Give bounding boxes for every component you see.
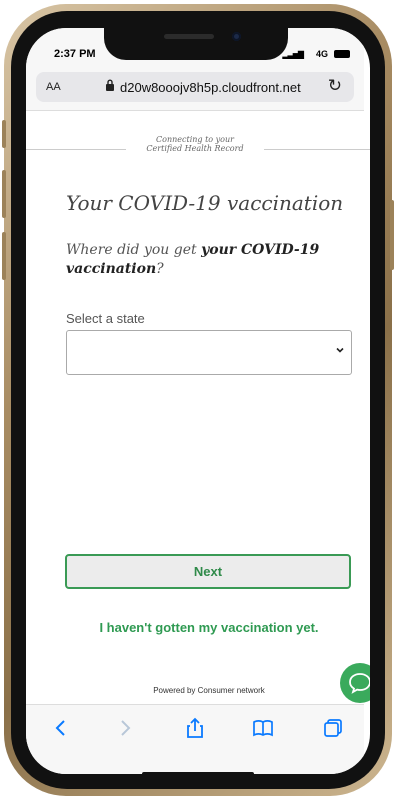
signal-icon: ▂▃▅▇ (282, 50, 304, 59)
volume-up-button (2, 170, 6, 218)
connecting-line1: Connecting to your (156, 135, 234, 144)
battery-icon (334, 50, 350, 58)
not-vaccinated-link[interactable]: I haven't gotten my vaccination yet. (26, 620, 370, 635)
question-suffix: ? (156, 261, 164, 277)
chat-button[interactable] (340, 663, 370, 703)
browser-address-area: AA d20w8ooojv8h5p.cloudfront.net ↻ (26, 66, 364, 111)
phone-screen: 2:37 PM ▂▃▅▇ 4G AA d20w8ooojv8h5p.cloudf… (26, 28, 370, 774)
volume-down-button (2, 232, 6, 280)
header-divider-right (264, 149, 370, 150)
chevron-right-icon[interactable] (114, 717, 136, 739)
chat-bubble-icon (349, 673, 370, 694)
share-icon[interactable] (184, 717, 206, 739)
chevron-down-icon (336, 347, 344, 353)
question-prefix: Where did you get (66, 242, 202, 258)
text-size-button[interactable]: AA (46, 81, 61, 93)
state-label: Select a state (66, 311, 145, 326)
powered-by-text: Powered by Consumer network (153, 686, 265, 695)
status-time: 2:37 PM (54, 48, 96, 60)
lock-icon (106, 79, 114, 91)
reload-icon[interactable]: ↻ (328, 76, 342, 96)
speaker (164, 34, 214, 39)
camera (232, 32, 241, 41)
notch (104, 28, 288, 60)
header-divider-left (26, 149, 126, 150)
tabs-icon[interactable] (322, 717, 344, 739)
side-button (2, 120, 6, 148)
chevron-left-icon[interactable] (50, 717, 72, 739)
page-title: Your COVID-19 vaccination (66, 191, 344, 215)
network-type: 4G (315, 49, 328, 59)
state-select[interactable] (66, 330, 352, 375)
connecting-header: Connecting to your Certified Health Reco… (26, 135, 364, 153)
next-button[interactable]: Next (65, 554, 351, 589)
question-text: Where did you get your COVID-19 vaccinat… (66, 241, 336, 279)
address-bar[interactable]: AA d20w8ooojv8h5p.cloudfront.net ↻ (36, 72, 354, 102)
url-text[interactable]: d20w8ooojv8h5p.cloudfront.net (120, 80, 301, 95)
home-indicator (142, 772, 254, 774)
browser-toolbar (26, 704, 364, 774)
power-button (390, 200, 394, 270)
book-icon[interactable] (252, 717, 274, 739)
